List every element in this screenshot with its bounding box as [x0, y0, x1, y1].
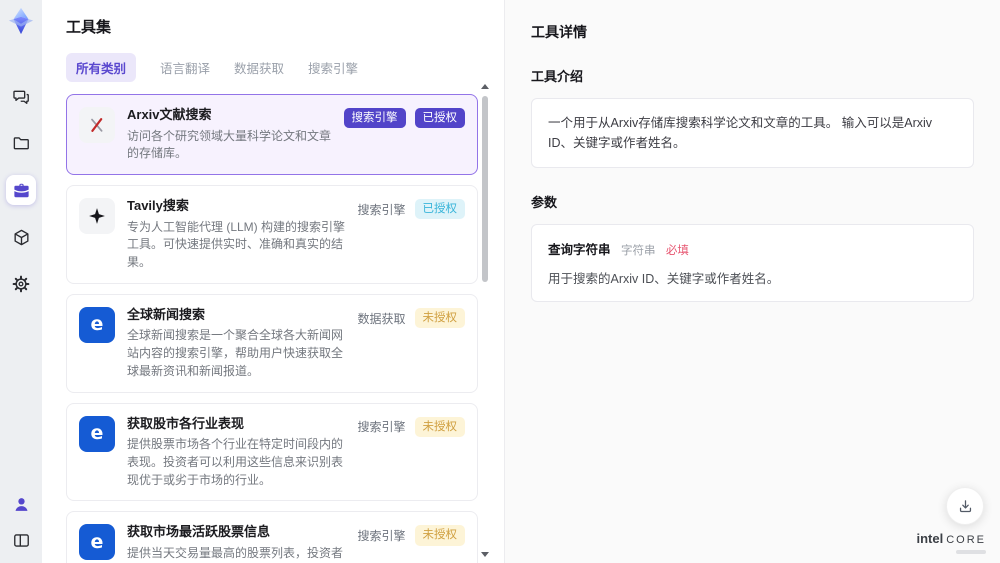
tool-description: 提供股票市场各个行业在特定时间段内的表现。投资者可以利用这些信息来识别表现优于或… — [127, 437, 344, 487]
tab-search-engine[interactable]: 搜索引擎 — [308, 58, 358, 77]
tool-name: 获取股市各行业表现 — [127, 415, 245, 431]
tool-list-item[interactable]: e 获取股市各行业表现 提供股票市场各个行业在特定时间段内的表现。投资者可以利用… — [66, 402, 478, 502]
category-badge: 搜索引擎 — [357, 529, 406, 544]
category-badge: 数据获取 — [357, 311, 406, 326]
app-logo-icon — [7, 7, 35, 35]
category-badge: 搜索引擎 — [343, 108, 406, 129]
tool-name: Arxiv文献搜索 — [127, 107, 212, 122]
intel-core-logo: intel CORE — [916, 531, 986, 554]
scroll-up-arrow[interactable] — [481, 84, 489, 89]
sidebar-item-chat[interactable] — [6, 81, 36, 111]
tab-data-fetching[interactable]: 数据获取 — [234, 58, 284, 77]
detail-title: 工具详情 — [531, 24, 587, 40]
params-heading: 参数 — [531, 195, 558, 210]
auth-status-badge: 未授权 — [414, 416, 465, 438]
sidebar — [0, 0, 42, 563]
news-blue-icon: e — [79, 415, 115, 452]
tab-language-translation[interactable]: 语言翻译 — [160, 58, 210, 77]
sidebar-item-toolbox[interactable] — [6, 175, 36, 205]
sidebar-item-panel-toggle[interactable] — [6, 525, 36, 555]
arxiv-icon — [79, 107, 115, 143]
auth-status-badge: 已授权 — [414, 199, 465, 220]
app-root: 工具集 所有类别 语言翻译 数据获取 搜索引擎 Arxiv文献搜索 访问各个研究领域大… — [0, 0, 1000, 563]
tool-list: Arxiv文献搜索 访问各个研究领域大量科学论文和文章的存储库。 搜索引擎 已授… — [66, 94, 478, 563]
folder-icon — [12, 134, 31, 153]
auth-status-badge: 未授权 — [414, 525, 465, 546]
tab-all-categories[interactable]: 所有类别 — [66, 53, 137, 82]
tool-description: 专为人工智能代理 (LLM) 构建的搜索引擎工具。可快速提供实时、准确和真实的结… — [127, 219, 346, 270]
sidebar-nav — [6, 81, 36, 299]
param-name: 查询字符串 — [548, 243, 611, 257]
param-required-badge: 必填 — [665, 245, 689, 257]
intel-brand-text: intel — [916, 531, 944, 546]
tool-description: 提供当天交易量最高的股票列表，投资者可以利用这些信息来识别流动性强的股票和潜在的… — [127, 545, 344, 560]
tool-main: 全球新闻搜索 全球新闻搜索是一个聚合全球各大新闻网站内容的搜索引擎，帮助用户快速… — [127, 306, 345, 381]
tool-badges: 搜索引擎 未授权 — [357, 525, 465, 546]
briefcase-icon — [12, 181, 31, 200]
scrollbar-thumb[interactable] — [482, 96, 488, 282]
tool-list-item[interactable]: e 全球新闻搜索 全球新闻搜索是一个聚合全球各大新闻网站内容的搜索引擎，帮助用户… — [66, 293, 478, 393]
user-icon — [12, 495, 31, 514]
tool-detail-panel: 工具详情 工具介绍 一个用于从Arxiv存储库搜索科学论文和文章的工具。 输入可… — [504, 0, 1000, 563]
auth-status-badge: 已授权 — [414, 108, 465, 129]
cube-icon — [12, 228, 31, 247]
download-icon — [957, 498, 974, 515]
tool-list-item[interactable]: Tavily搜索 专为人工智能代理 (LLM) 构建的搜索引擎工具。可快速提供实… — [66, 185, 478, 284]
tool-list-item[interactable]: Arxiv文献搜索 访问各个研究领域大量科学论文和文章的存储库。 搜索引擎 已授… — [66, 94, 478, 176]
tool-name: Tavily搜索 — [127, 198, 189, 214]
tool-name: 获取市场最活跃股票信息 — [127, 524, 271, 540]
tool-name: 全球新闻搜索 — [127, 306, 206, 322]
download-button[interactable] — [946, 487, 984, 525]
gear-icon — [11, 274, 31, 294]
param-type: 字符串 — [620, 245, 656, 257]
param-card: 查询字符串 字符串 必填 用于搜索的Arxiv ID、关键字或作者姓名。 — [531, 224, 974, 302]
param-header: 查询字符串 字符串 必填 — [548, 239, 957, 259]
sidebar-item-plugins[interactable] — [6, 222, 36, 252]
tool-badges: 搜索引擎 未授权 — [357, 416, 465, 438]
scrollbar[interactable] — [480, 84, 490, 557]
category-badge: 搜索引擎 — [357, 420, 406, 435]
intro-card: 一个用于从Arxiv存储库搜索科学论文和文章的工具。 输入可以是Arxiv ID… — [531, 98, 974, 168]
tool-main: Tavily搜索 专为人工智能代理 (LLM) 构建的搜索引擎工具。可快速提供实… — [127, 197, 345, 272]
tool-badges: 数据获取 未授权 — [357, 307, 465, 329]
intro-text: 一个用于从Arxiv存储库搜索科学论文和文章的工具。 输入可以是Arxiv ID… — [548, 116, 933, 150]
intel-sub-badge — [956, 550, 986, 554]
intro-heading: 工具介绍 — [531, 69, 584, 84]
tool-badges: 搜索引擎 已授权 — [343, 108, 465, 129]
param-description: 用于搜索的Arxiv ID、关键字或作者姓名。 — [548, 272, 780, 286]
tool-main: 获取市场最活跃股票信息 提供当天交易量最高的股票列表，投资者可以利用这些信息来识… — [127, 523, 345, 563]
tool-description: 全球新闻搜索是一个聚合全球各大新闻网站内容的搜索引擎，帮助用户快速获取全球最新资… — [127, 328, 344, 378]
scroll-down-arrow[interactable] — [481, 552, 489, 557]
news-blue-icon: e — [79, 306, 115, 343]
chat-icon — [12, 87, 31, 106]
tool-main: 获取股市各行业表现 提供股票市场各个行业在特定时间段内的表现。投资者可以利用这些… — [127, 415, 345, 490]
tavily-icon — [79, 198, 115, 235]
core-brand-text: CORE — [946, 534, 986, 546]
tool-badges: 搜索引擎 已授权 — [357, 199, 465, 220]
panel-toggle-icon — [12, 531, 31, 550]
sidebar-item-profile[interactable] — [6, 489, 36, 519]
sidebar-item-settings[interactable] — [6, 269, 36, 299]
tool-main: Arxiv文献搜索 访问各个研究领域大量科学论文和文章的存储库。 — [127, 106, 332, 163]
sidebar-bottom — [0, 489, 42, 555]
category-badge: 搜索引擎 — [357, 202, 406, 217]
page-title: 工具集 — [66, 19, 112, 36]
sidebar-item-folder[interactable] — [6, 128, 36, 158]
auth-status-badge: 未授权 — [414, 307, 465, 329]
news-blue-icon: e — [79, 524, 115, 561]
category-tabs: 所有类别 语言翻译 数据获取 搜索引擎 — [66, 53, 478, 82]
toolset-panel: 工具集 所有类别 语言翻译 数据获取 搜索引擎 Arxiv文献搜索 访问各个研究领域大… — [42, 0, 504, 563]
tool-list-item[interactable]: e 获取市场最活跃股票信息 提供当天交易量最高的股票列表，投资者可以利用这些信息… — [66, 511, 478, 563]
tool-description: 访问各个研究领域大量科学论文和文章的存储库。 — [127, 128, 332, 161]
